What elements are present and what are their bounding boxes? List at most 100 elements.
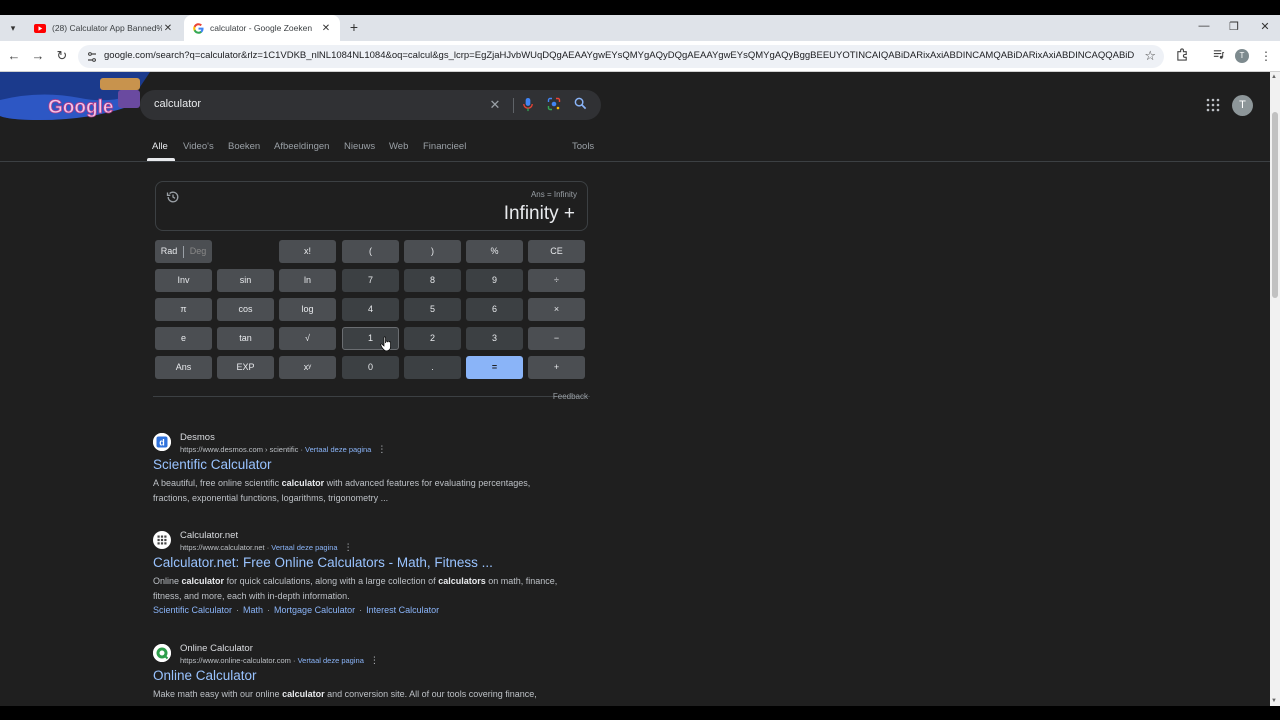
key-clear-entry[interactable]: CE <box>528 240 585 263</box>
result-site-name[interactable]: Calculator.net <box>180 530 238 541</box>
tab-books[interactable]: Boeken <box>228 141 260 152</box>
scroll-down-arrow-icon[interactable]: ▼ <box>1271 698 1277 704</box>
key-log[interactable]: log <box>279 298 336 321</box>
key-8[interactable]: 8 <box>404 269 461 292</box>
more-options-icon[interactable]: ⋮ <box>377 444 386 454</box>
tab-all[interactable]: Alle <box>152 141 168 152</box>
key-multiply[interactable]: × <box>528 298 585 321</box>
search-icon[interactable] <box>572 97 588 113</box>
tab-news[interactable]: Nieuws <box>344 141 375 152</box>
key-inv[interactable]: Inv <box>155 269 212 292</box>
key-ans[interactable]: Ans <box>155 356 212 379</box>
key-7[interactable]: 7 <box>342 269 399 292</box>
translate-link[interactable]: Vertaal deze pagina <box>305 445 371 454</box>
translate-link[interactable]: Vertaal deze pagina <box>271 543 337 552</box>
sitelink[interactable]: Scientific Calculator <box>153 605 232 615</box>
key-2[interactable]: 2 <box>404 327 461 350</box>
key-pi[interactable]: π <box>155 298 212 321</box>
result-url[interactable]: https://www.online-calculator.com · Vert… <box>180 655 379 666</box>
media-control-icon[interactable] <box>1210 48 1226 64</box>
result-title-link[interactable]: Online Calculator <box>153 668 257 683</box>
rad-label[interactable]: Rad <box>155 240 183 263</box>
bookmark-star-icon[interactable]: ☆ <box>1144 48 1156 64</box>
close-tab-icon[interactable]: ✕ <box>162 23 174 34</box>
page-scrollbar[interactable]: ▲ ▼ <box>1270 72 1280 706</box>
address-bar: ← → ↻ google.com/search?q=calculator&rlz… <box>0 41 1280 72</box>
key-factorial[interactable]: x! <box>279 240 336 263</box>
result-title-link[interactable]: Scientific Calculator <box>153 457 272 472</box>
result-url-text[interactable]: https://www.calculator.net <box>180 543 265 552</box>
search-query[interactable]: calculator <box>154 98 201 110</box>
tab-finance[interactable]: Financieel <box>423 141 466 152</box>
sitelink[interactable]: Mortgage Calculator <box>274 605 355 615</box>
tab-search-icon[interactable]: ▾ <box>4 19 22 37</box>
scrollbar-thumb[interactable] <box>1272 112 1278 298</box>
back-icon[interactable]: ← <box>6 48 22 64</box>
tab-images[interactable]: Afbeeldingen <box>274 141 329 152</box>
close-window-icon[interactable]: ✕ <box>1257 20 1273 33</box>
deg-label[interactable]: Deg <box>184 240 212 263</box>
search-box[interactable]: calculator ✕ <box>140 90 601 120</box>
rad-deg-toggle[interactable]: Rad Deg <box>155 240 212 263</box>
more-options-icon[interactable]: ⋮ <box>344 542 353 552</box>
key-3[interactable]: 3 <box>466 327 523 350</box>
key-subtract[interactable]: − <box>528 327 585 350</box>
tab-web[interactable]: Web <box>389 141 408 152</box>
key-ln[interactable]: ln <box>279 269 336 292</box>
url-omnibox[interactable]: google.com/search?q=calculator&rlz=1C1VD… <box>78 45 1164 68</box>
feedback-link[interactable]: Feedback <box>553 392 588 401</box>
key-sin[interactable]: sin <box>217 269 274 292</box>
browser-profile-avatar[interactable]: T <box>1235 49 1249 63</box>
result-url-text[interactable]: https://www.desmos.com › scientific <box>180 445 298 454</box>
key-power[interactable]: xʸ <box>279 356 336 379</box>
key-add[interactable]: + <box>528 356 585 379</box>
result-url[interactable]: https://www.calculator.net · Vertaal dez… <box>180 542 353 553</box>
forward-icon[interactable]: → <box>30 48 46 64</box>
key-percent[interactable]: % <box>466 240 523 263</box>
key-9[interactable]: 9 <box>466 269 523 292</box>
voice-search-icon[interactable] <box>520 97 536 113</box>
key-cos[interactable]: cos <box>217 298 274 321</box>
key-sqrt[interactable]: √ <box>279 327 336 350</box>
key-divide[interactable]: ÷ <box>528 269 585 292</box>
account-avatar[interactable]: T <box>1232 95 1253 116</box>
tab-google-search[interactable]: calculator - Google Zoeken ✕ <box>184 15 340 41</box>
close-tab-icon[interactable]: ✕ <box>320 23 332 34</box>
minimize-icon[interactable]: — <box>1196 20 1212 32</box>
key-4[interactable]: 4 <box>342 298 399 321</box>
translate-link[interactable]: Vertaal deze pagina <box>298 656 364 665</box>
key-6[interactable]: 6 <box>466 298 523 321</box>
result-site-name[interactable]: Online Calculator <box>180 643 253 654</box>
key-close-paren[interactable]: ) <box>404 240 461 263</box>
result-url-text[interactable]: https://www.online-calculator.com <box>180 656 291 665</box>
google-doodle-logo[interactable]: Google <box>0 72 150 122</box>
sitelink[interactable]: Math <box>243 605 263 615</box>
site-info-icon[interactable] <box>86 50 98 62</box>
key-equals[interactable]: = <box>466 356 523 379</box>
reload-icon[interactable]: ↻ <box>54 48 70 64</box>
key-exp[interactable]: EXP <box>217 356 274 379</box>
tools-button[interactable]: Tools <box>572 141 594 152</box>
scroll-up-arrow-icon[interactable]: ▲ <box>1271 74 1277 80</box>
key-tan[interactable]: tan <box>217 327 274 350</box>
clear-search-icon[interactable]: ✕ <box>487 97 503 113</box>
result-site-name[interactable]: Desmos <box>180 432 215 443</box>
key-5[interactable]: 5 <box>404 298 461 321</box>
more-options-icon[interactable]: ⋮ <box>370 655 379 665</box>
tab-youtube[interactable]: (28) Calculator App Banned% s ✕ <box>26 15 182 41</box>
key-e[interactable]: e <box>155 327 212 350</box>
lens-search-icon[interactable] <box>546 97 562 113</box>
restore-icon[interactable]: ❐ <box>1226 20 1242 33</box>
key-decimal[interactable]: . <box>404 356 461 379</box>
new-tab-button[interactable]: + <box>346 19 362 35</box>
sitelink[interactable]: Interest Calculator <box>366 605 439 615</box>
key-open-paren[interactable]: ( <box>342 240 399 263</box>
google-apps-icon[interactable] <box>1206 98 1220 112</box>
history-icon[interactable] <box>166 190 180 204</box>
chrome-menu-icon[interactable]: ⋮ <box>1258 48 1274 64</box>
key-0[interactable]: 0 <box>342 356 399 379</box>
tab-videos[interactable]: Video's <box>183 141 214 152</box>
extensions-icon[interactable] <box>1174 48 1190 64</box>
result-title-link[interactable]: Calculator.net: Free Online Calculators … <box>153 555 493 570</box>
result-url[interactable]: https://www.desmos.com › scientific · Ve… <box>180 444 386 455</box>
